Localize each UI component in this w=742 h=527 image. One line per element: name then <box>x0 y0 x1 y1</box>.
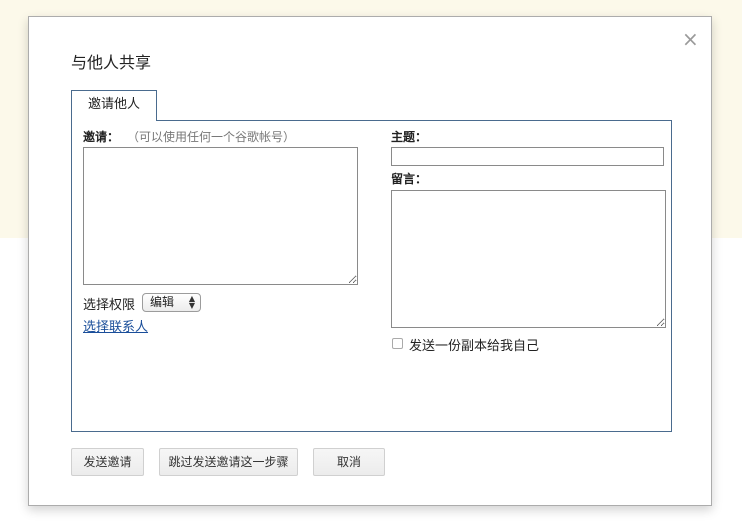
message-label: 留言： <box>391 172 428 186</box>
invite-label: 邀请： <box>83 130 120 144</box>
cancel-button[interactable]: 取消 <box>313 448 385 476</box>
copy-to-self-checkbox[interactable] <box>392 338 403 349</box>
permission-select[interactable]: 编辑 ▲ ▼ <box>142 293 201 312</box>
send-invite-button[interactable]: 发送邀请 <box>71 448 144 476</box>
invite-hint: （可以使用任何一个谷歌帐号） <box>127 130 296 144</box>
dialog-title: 与他人共享 <box>71 53 152 72</box>
subject-input[interactable] <box>391 147 664 166</box>
invite-textarea[interactable] <box>83 147 358 285</box>
share-dialog: × 与他人共享 邀请他人 邀请： （可以使用任何一个谷歌帐号） 选择权限 编辑 … <box>28 16 712 506</box>
skip-invite-button[interactable]: 跳过发送邀请这一步骤 <box>159 448 298 476</box>
tab-invite-people[interactable]: 邀请他人 <box>71 90 157 121</box>
subject-label: 主题： <box>391 130 428 144</box>
message-textarea[interactable] <box>391 190 666 328</box>
updown-arrows-icon: ▲ ▼ <box>188 294 195 310</box>
choose-contacts-link[interactable]: 选择联系人 <box>83 316 148 335</box>
close-icon[interactable]: × <box>682 29 699 49</box>
invite-panel: 邀请： （可以使用任何一个谷歌帐号） 选择权限 编辑 ▲ ▼ 选择联系人 主题： … <box>71 120 672 432</box>
copy-to-self-label: 发送一份副本给我自己 <box>409 339 540 354</box>
permission-label: 选择权限 <box>83 298 136 313</box>
permission-selected-value: 编辑 <box>150 295 175 309</box>
